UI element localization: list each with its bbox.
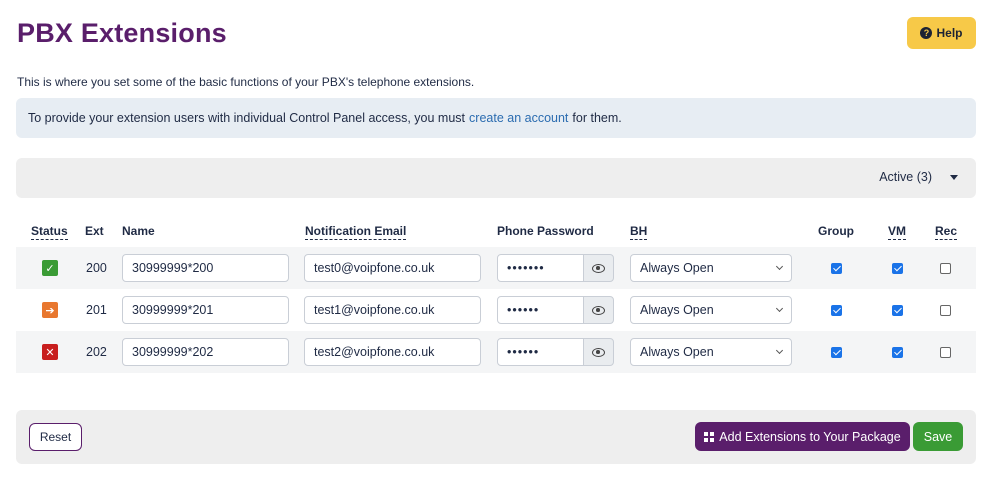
rec-checkbox[interactable] <box>940 305 951 316</box>
table-row: ✕ 202 30999999*202 test2@voipfone.co.uk … <box>16 331 976 373</box>
column-header-bh[interactable]: BH <box>630 224 648 240</box>
eye-icon <box>592 263 605 273</box>
name-input[interactable]: 30999999*201 <box>122 296 289 324</box>
status-filter-dropdown[interactable]: Active (3) <box>879 170 958 184</box>
column-header-password: Phone Password <box>497 224 594 238</box>
page-title: PBX Extensions <box>17 18 227 48</box>
create-account-link[interactable]: create an account <box>469 111 568 125</box>
show-password-button[interactable] <box>583 338 614 366</box>
add-extensions-label: Add Extensions to Your Package <box>719 429 901 444</box>
extension-number: 200 <box>86 261 107 275</box>
column-header-name: Name <box>122 224 155 238</box>
column-header-group: Group <box>818 224 854 238</box>
vm-checkbox[interactable] <box>892 263 903 274</box>
help-label: Help <box>936 26 963 40</box>
question-circle-icon: ? <box>920 27 933 39</box>
bh-value: Always Open <box>640 345 714 359</box>
status-filter-value: Active (3) <box>879 170 932 184</box>
chevron-down-icon <box>775 304 784 313</box>
close-icon: ✕ <box>42 344 58 360</box>
bh-select[interactable]: Always Open <box>630 296 792 324</box>
grid-plus-icon <box>704 431 715 442</box>
footer-bar: Reset Add Extensions to Your Package Sav… <box>16 410 976 464</box>
arrow-right-icon: ➔ <box>42 302 58 318</box>
column-header-status[interactable]: Status <box>31 224 68 240</box>
group-checkbox[interactable] <box>831 347 842 358</box>
info-text-before: To provide your extension users with ind… <box>28 111 466 125</box>
name-input[interactable]: 30999999*200 <box>122 254 289 282</box>
vm-checkbox[interactable] <box>892 347 903 358</box>
bh-value: Always Open <box>640 303 714 317</box>
table-row: ➔ 201 30999999*201 test1@voipfone.co.uk … <box>16 289 976 331</box>
check-icon: ✓ <box>42 260 58 276</box>
chevron-down-icon <box>775 346 784 355</box>
password-input[interactable]: •••••• <box>497 338 584 366</box>
eye-icon <box>592 305 605 315</box>
extension-number: 201 <box>86 303 107 317</box>
group-checkbox[interactable] <box>831 263 842 274</box>
save-button[interactable]: Save <box>913 422 963 451</box>
column-header-rec[interactable]: Rec <box>935 224 958 240</box>
group-checkbox[interactable] <box>831 305 842 316</box>
reset-button[interactable]: Reset <box>29 423 82 451</box>
show-password-button[interactable] <box>583 254 614 282</box>
caret-down-icon <box>950 174 958 180</box>
rec-checkbox[interactable] <box>940 347 951 358</box>
extension-number: 202 <box>86 345 107 359</box>
show-password-button[interactable] <box>583 296 614 324</box>
bh-value: Always Open <box>640 261 714 275</box>
table-row: ✓ 200 30999999*200 test0@voipfone.co.uk … <box>16 247 976 289</box>
vm-checkbox[interactable] <box>892 305 903 316</box>
name-input[interactable]: 30999999*202 <box>122 338 289 366</box>
column-header-email[interactable]: Notification Email <box>305 224 407 240</box>
help-button[interactable]: ? Help <box>907 17 976 49</box>
email-input[interactable]: test0@voipfone.co.uk <box>304 254 481 282</box>
filter-bar: Active (3) <box>16 158 976 198</box>
column-header-vm[interactable]: VM <box>888 224 906 240</box>
add-extensions-button[interactable]: Add Extensions to Your Package <box>695 422 910 451</box>
password-input[interactable]: ••••••• <box>497 254 584 282</box>
info-text-after: for them. <box>572 111 622 125</box>
bh-select[interactable]: Always Open <box>630 254 792 282</box>
email-input[interactable]: test1@voipfone.co.uk <box>304 296 481 324</box>
bh-select[interactable]: Always Open <box>630 338 792 366</box>
column-header-ext: Ext <box>85 224 104 238</box>
info-box: To provide your extension users with ind… <box>16 98 976 138</box>
eye-icon <box>592 347 605 357</box>
rec-checkbox[interactable] <box>940 263 951 274</box>
chevron-down-icon <box>775 262 784 271</box>
password-input[interactable]: •••••• <box>497 296 584 324</box>
intro-text: This is where you set some of the basic … <box>17 75 475 89</box>
email-input[interactable]: test2@voipfone.co.uk <box>304 338 481 366</box>
